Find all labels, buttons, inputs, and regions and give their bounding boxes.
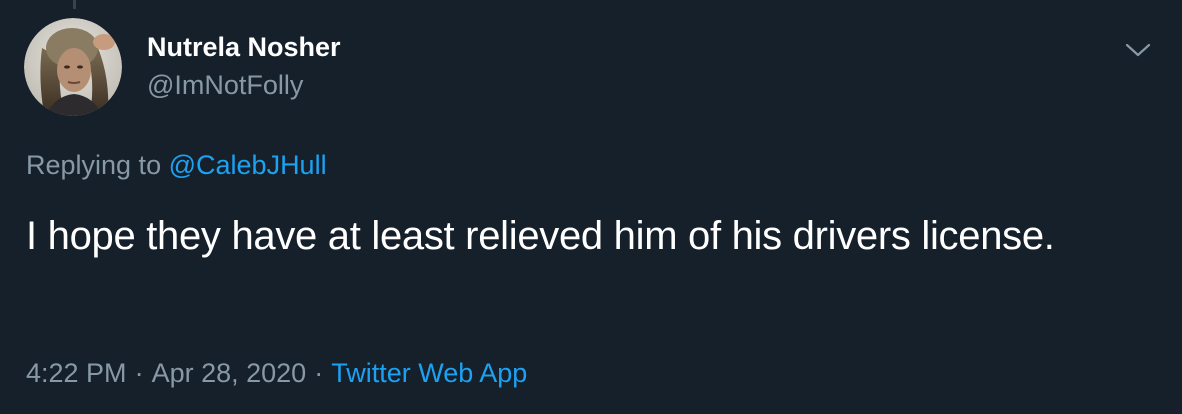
user-names: Nutrela Nosher @ImNotFolly bbox=[147, 30, 341, 102]
tweet-header: Nutrela Nosher @ImNotFolly bbox=[24, 18, 1158, 118]
display-name[interactable]: Nutrela Nosher bbox=[147, 30, 341, 64]
tweet-meta: 4:22 PM · Apr 28, 2020 · Twitter Web App bbox=[26, 355, 527, 391]
meta-separator: · bbox=[134, 358, 144, 388]
meta-separator: · bbox=[314, 358, 324, 388]
replying-to: Replying to @CalebJHull bbox=[26, 147, 327, 183]
user-handle[interactable]: @ImNotFolly bbox=[147, 68, 341, 102]
chevron-down-icon bbox=[1125, 43, 1151, 57]
reply-mention-link[interactable]: @CalebJHull bbox=[169, 150, 327, 180]
tweet: Nutrela Nosher @ImNotFolly Replying to @… bbox=[0, 0, 1182, 414]
tweet-text: I hope they have at least relieved him o… bbox=[26, 214, 1055, 258]
tweet-date[interactable]: Apr 28, 2020 bbox=[152, 358, 307, 388]
tweet-time[interactable]: 4:22 PM bbox=[26, 358, 127, 388]
avatar-image bbox=[24, 18, 122, 116]
avatar[interactable] bbox=[24, 18, 122, 116]
replying-to-label: Replying to bbox=[26, 150, 162, 180]
more-options-button[interactable] bbox=[1118, 30, 1158, 70]
tweet-source-link[interactable]: Twitter Web App bbox=[331, 358, 527, 388]
